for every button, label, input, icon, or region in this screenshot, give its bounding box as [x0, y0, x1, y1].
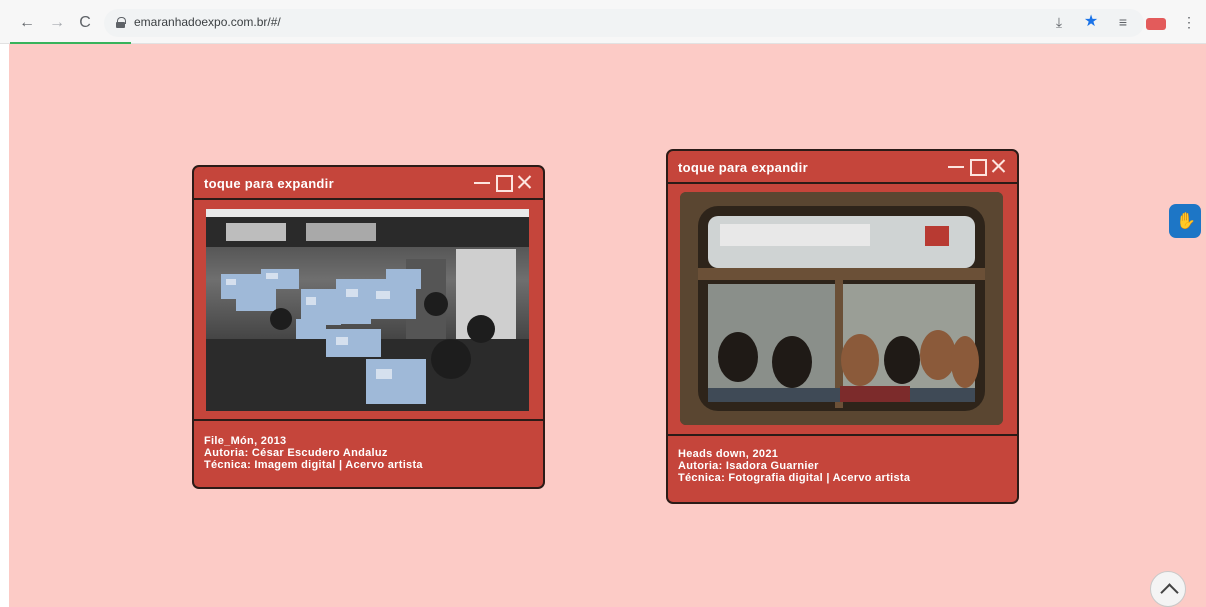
maximize-icon[interactable] [494, 173, 513, 192]
close-icon[interactable] [515, 173, 533, 191]
minimize-icon[interactable] [473, 173, 491, 191]
scroll-to-top-icon[interactable] [1150, 571, 1186, 607]
menu-icon[interactable]: ⋮ [1180, 13, 1198, 31]
window-titlebar: toque para expandir [668, 151, 1017, 184]
lock-icon[interactable] [116, 17, 126, 28]
reload-icon[interactable]: C [76, 14, 94, 32]
window-title[interactable]: toque para expandir [204, 176, 334, 191]
artwork-image[interactable] [206, 209, 529, 411]
window-divider [194, 419, 543, 421]
reading-list-icon[interactable]: ≡ [1114, 13, 1132, 31]
artwork-author: Autoria: César Escudero Andaluz [204, 447, 388, 459]
exhibition-page: toque para expandir File_Món, 2013 Autor… [9, 44, 1206, 607]
address-bar[interactable]: emaranhadoexpo.com.br/#/ [104, 9, 1144, 37]
browser-toolbar: ← → C emaranhadoexpo.com.br/#/ ⤓ ★ ≡ ⋮ [0, 0, 1206, 44]
artwork-technique: Técnica: Imagem digital | Acervo artista [204, 459, 423, 471]
window-divider [668, 434, 1017, 436]
maximize-icon[interactable] [968, 157, 987, 176]
window-controls [473, 173, 533, 192]
install-icon[interactable]: ⤓ [1050, 13, 1068, 31]
artwork-caption: Heads down, 2021 Autoria: Isadora Guarni… [678, 448, 910, 484]
artwork-image[interactable] [680, 192, 1003, 425]
toolbar-icons: ⤓ ★ ≡ ⋮ [1050, 12, 1198, 32]
forward-icon[interactable]: → [48, 14, 66, 32]
window-titlebar: toque para expandir [194, 167, 543, 200]
artwork-caption: File_Món, 2013 Autoria: César Escudero A… [204, 435, 423, 471]
accessibility-sign-language-icon[interactable] [1169, 204, 1201, 238]
artwork-title: File_Món, 2013 [204, 435, 287, 447]
close-icon[interactable] [989, 157, 1007, 175]
minimize-icon[interactable] [947, 157, 965, 175]
window-controls [947, 157, 1007, 176]
back-icon[interactable]: ← [18, 14, 36, 32]
extension-icon[interactable] [1146, 17, 1166, 30]
artwork-window-1[interactable]: toque para expandir File_Món, 2013 Autor… [192, 165, 545, 489]
window-title[interactable]: toque para expandir [678, 160, 808, 175]
star-icon[interactable]: ★ [1082, 13, 1100, 31]
artwork-title: Heads down, 2021 [678, 448, 779, 460]
artwork-technique: Técnica: Fotografia digital | Acervo art… [678, 472, 911, 484]
artwork-author: Autoria: Isadora Guarnier [678, 460, 819, 472]
artwork-window-2[interactable]: toque para expandir Heads down, 2021 Aut… [666, 149, 1019, 504]
url-text[interactable]: emaranhadoexpo.com.br/#/ [134, 15, 281, 29]
